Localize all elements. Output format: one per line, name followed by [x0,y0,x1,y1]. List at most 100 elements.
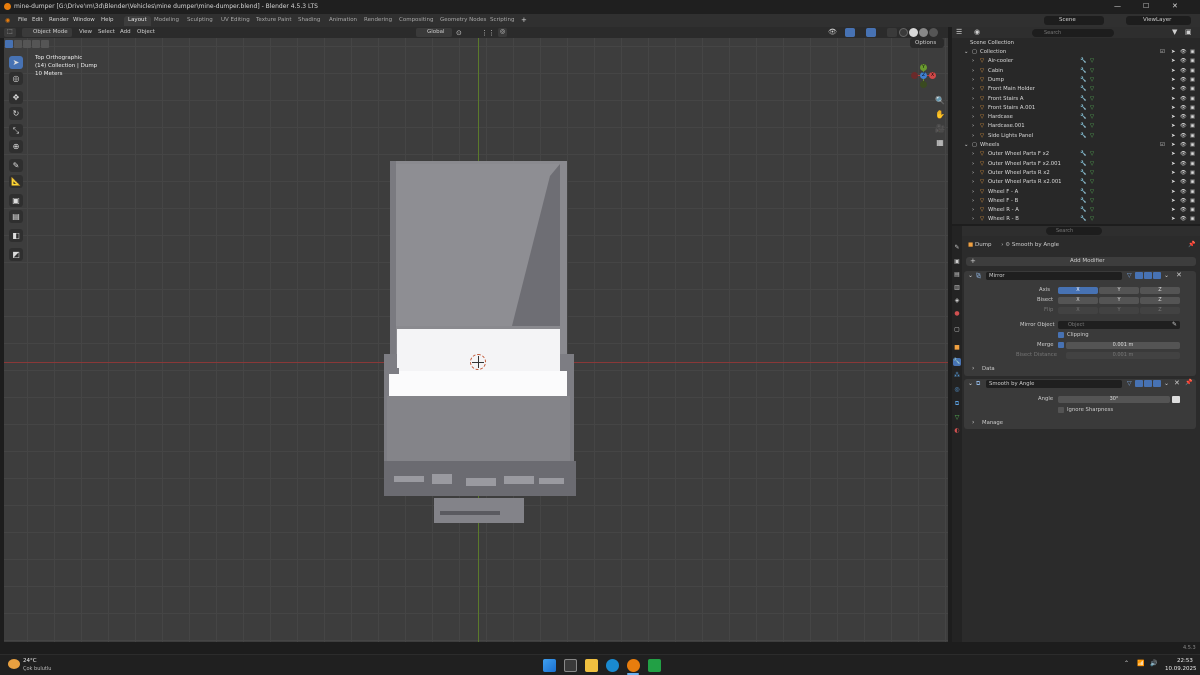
tab-modifiers-icon[interactable]: 🔧 [953,358,961,366]
mesh-data-icon[interactable]: ▽ [1090,105,1094,111]
selectable-icon[interactable]: ➤ [1171,49,1175,55]
select-new-icon[interactable] [5,40,13,48]
overlay-toggle-icon[interactable] [866,28,876,37]
camera-view-icon[interactable]: 🎥 [934,123,946,135]
select-mode-buttons[interactable] [5,40,60,49]
select-intersect-icon[interactable] [41,40,49,48]
modifier-icon[interactable]: 🔧 [1080,77,1087,83]
render-visibility-icon[interactable]: ▣ [1190,179,1195,185]
expand-icon[interactable]: › [972,105,974,111]
expand-icon[interactable]: ⌄ [964,142,968,148]
smooth-cage-icon[interactable] [1135,380,1143,387]
rotate-tool-icon[interactable]: ↻ [9,107,23,120]
selectable-icon[interactable]: ➤ [1171,207,1175,213]
mirror-render-icon[interactable] [1153,272,1161,279]
gizmo-neg-x-axis[interactable] [911,72,918,79]
xray-toggle-icon[interactable] [887,28,897,37]
expand-icon[interactable]: › [972,216,974,222]
modifier-icon[interactable]: 🔧 [1080,207,1087,213]
gizmo-neg-y-axis[interactable] [920,81,927,88]
add-modifier-button[interactable]: + Add Modifier [966,257,1196,266]
flip-y-toggle[interactable]: Y [1099,307,1139,314]
mesh-data-icon[interactable]: ▽ [1090,68,1094,74]
render-visibility-icon[interactable]: ▣ [1190,49,1195,55]
outliner-object-row[interactable]: › ▽ Front Stairs A 🔧 ▽ ➤ 👁 ▣ [952,95,1200,104]
selectable-icon[interactable]: ➤ [1171,170,1175,176]
angle-field[interactable]: 30° [1058,396,1170,403]
visibility-eye-icon[interactable]: 👁 [1180,216,1187,222]
gizmo-toggle-icon[interactable] [845,28,855,37]
render-visibility-icon[interactable]: ▣ [1190,123,1195,129]
menu-object[interactable]: Object [137,29,155,35]
tab-compositing[interactable]: Compositing [395,16,437,26]
pan-hand-icon[interactable]: ✋ [934,109,946,121]
expand-icon[interactable]: › [972,189,974,195]
expand-icon[interactable]: › [972,170,974,176]
modifier-icon[interactable]: 🔧 [1080,58,1087,64]
mesh-data-icon[interactable]: ▽ [1090,123,1094,129]
axis-y-toggle[interactable]: Y [1099,287,1139,294]
data-subpanel-header[interactable]: › Data [968,365,1188,373]
expand-icon[interactable]: › [972,96,974,102]
smooth-collapse-icon[interactable]: ⌄ [968,380,973,387]
visibility-eye-icon[interactable]: 👁 [1180,161,1187,167]
tab-object-icon[interactable]: ■ [953,344,961,352]
modifier-icon[interactable]: 🔧 [1080,68,1087,74]
flip-x-toggle[interactable]: X [1058,307,1098,314]
selectable-icon[interactable]: ➤ [1171,133,1175,139]
expand-icon[interactable]: › [972,198,974,204]
tab-constraints-icon[interactable]: ⧉ [953,400,961,408]
selectable-icon[interactable]: ➤ [1171,142,1175,148]
annotate-tool-icon[interactable]: ✎ [9,159,23,172]
mesh-data-icon[interactable]: ▽ [1090,133,1094,139]
pin-icon[interactable]: 📌 [1188,241,1195,248]
menu-file[interactable]: File [18,17,27,23]
view-layer-selector[interactable]: ViewLayer [1126,16,1191,25]
visibility-eye-icon[interactable]: 👁 [1180,179,1187,185]
smooth-realtime-icon[interactable] [1144,380,1152,387]
mesh-data-icon[interactable]: ▽ [1090,198,1094,204]
render-visibility-icon[interactable]: ▣ [1190,114,1195,120]
exclude-checkbox-icon[interactable]: ☑ [1160,142,1165,148]
tab-scripting[interactable]: Scripting [486,16,518,26]
selectable-icon[interactable]: ➤ [1171,123,1175,129]
clock-time[interactable]: 22:53 [1177,658,1193,664]
outliner-object-row[interactable]: › ▽ Outer Wheel Parts R x2.001 🔧 ▽ ➤ 👁 ▣ [952,178,1200,187]
visibility-eye-icon[interactable]: 👁 [1180,151,1187,157]
expand-icon[interactable]: › [972,123,974,129]
outliner-object-row[interactable]: › ▽ Front Stairs A.001 🔧 ▽ ➤ 👁 ▣ [952,104,1200,113]
blender-taskbar-icon[interactable] [627,659,640,672]
measure-tool-icon[interactable]: 📐 [9,175,23,188]
visibility-icon[interactable]: 👁 [828,28,837,36]
options-button[interactable]: Options [910,38,944,48]
bisect-z-toggle[interactable]: Z [1140,297,1180,304]
visibility-eye-icon[interactable]: 👁 [1180,77,1187,83]
outliner-search-input[interactable]: Search [1032,29,1114,37]
select-subtract-icon[interactable] [23,40,31,48]
smooth-editmode-icon[interactable]: ▽ [1127,380,1132,387]
outliner-object-row[interactable]: › ▽ Cabin 🔧 ▽ ➤ 👁 ▣ [952,67,1200,76]
render-visibility-icon[interactable]: ▣ [1190,216,1195,222]
proportional-edit-icon[interactable]: ◎ [498,28,507,37]
outliner-filter-mode-icon[interactable]: ◉ [974,28,980,36]
selectable-icon[interactable]: ➤ [1171,58,1175,64]
material-shading-icon[interactable] [919,28,928,37]
gizmo-x-axis[interactable]: X [929,72,936,79]
selectable-icon[interactable]: ➤ [1171,77,1175,83]
navigation-gizmo[interactable]: Y X Z [908,60,940,92]
outliner-object-row[interactable]: › ▽ Hardcase.001 🔧 ▽ ➤ 👁 ▣ [952,122,1200,131]
outliner-object-row[interactable]: › ▽ Wheel F - B 🔧 ▽ ➤ 👁 ▣ [952,197,1200,206]
selectable-icon[interactable]: ➤ [1171,198,1175,204]
tab-render-icon[interactable]: ▣ [953,258,961,266]
tab-tool-icon[interactable]: ✎ [953,244,961,252]
modifier-icon[interactable]: 🔧 [1080,114,1087,120]
menu-select[interactable]: Select [98,29,115,35]
visibility-eye-icon[interactable]: 👁 [1180,189,1187,195]
expand-icon[interactable]: › [972,68,974,74]
render-visibility-icon[interactable]: ▣ [1190,207,1195,213]
render-visibility-icon[interactable]: ▣ [1190,68,1195,74]
tab-uv-editing[interactable]: UV Editing [217,16,254,26]
eyedropper-icon[interactable]: ✎ [1172,321,1177,328]
visibility-eye-icon[interactable]: 👁 [1180,105,1187,111]
editor-type-icon[interactable]: ⬚ [4,28,16,37]
